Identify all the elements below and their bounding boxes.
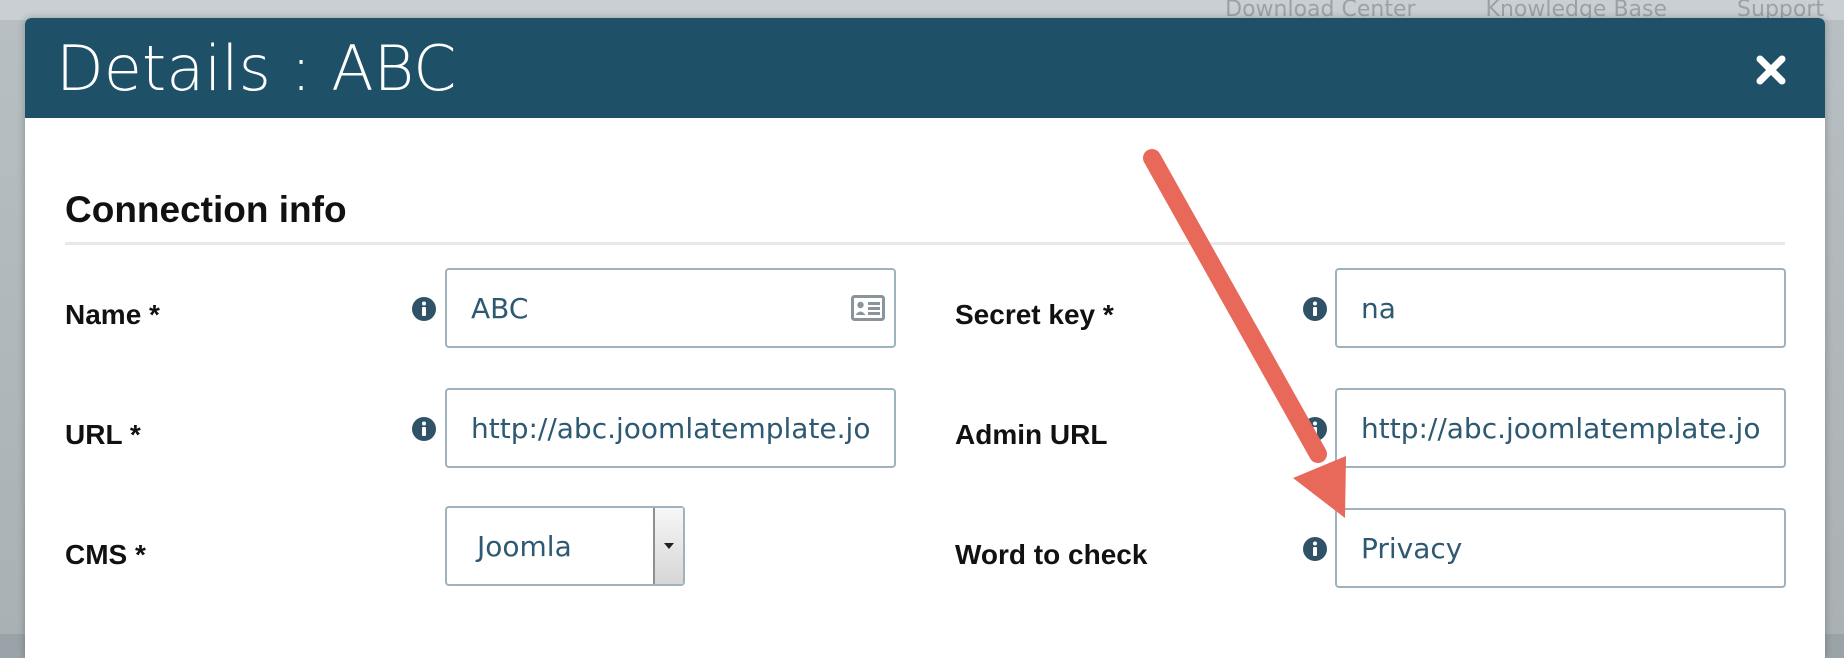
url-input[interactable] bbox=[445, 388, 896, 468]
background-nav-support: Support bbox=[1737, 0, 1824, 20]
cms-label: CMS * bbox=[65, 539, 146, 570]
url-info-icon[interactable] bbox=[412, 417, 436, 441]
details-modal: Details : ABC Connection info Name * Sec… bbox=[25, 18, 1825, 658]
name-label: Name * bbox=[65, 299, 160, 330]
contact-card-icon bbox=[851, 295, 885, 321]
admin-url-info-icon[interactable] bbox=[1303, 417, 1327, 441]
modal-header: Details : ABC bbox=[25, 18, 1825, 118]
cms-select-value: Joomla bbox=[477, 530, 572, 563]
word-to-check-info-icon[interactable] bbox=[1303, 537, 1327, 561]
word-to-check-label: Word to check bbox=[955, 539, 1148, 570]
url-label: URL * bbox=[65, 419, 141, 450]
admin-url-label: Admin URL bbox=[955, 419, 1108, 450]
cms-select[interactable]: Joomla bbox=[445, 506, 685, 586]
secret-key-input[interactable] bbox=[1335, 268, 1786, 348]
background-topnav: Download Center Knowledge Base Support bbox=[0, 0, 1844, 20]
word-to-check-input[interactable] bbox=[1335, 508, 1786, 588]
close-button[interactable] bbox=[1751, 50, 1791, 90]
caret-down-icon bbox=[664, 543, 674, 549]
admin-url-input[interactable] bbox=[1335, 388, 1786, 468]
name-info-icon[interactable] bbox=[412, 297, 436, 321]
modal-title: Details : ABC bbox=[56, 32, 457, 105]
background-nav-knowledge-base: Knowledge Base bbox=[1485, 0, 1668, 20]
section-divider bbox=[65, 242, 1785, 245]
background-nav-download-center: Download Center bbox=[1225, 0, 1416, 20]
section-title: Connection info bbox=[65, 189, 347, 230]
secret-key-info-icon[interactable] bbox=[1303, 297, 1327, 321]
name-input[interactable] bbox=[445, 268, 896, 348]
close-icon bbox=[1756, 55, 1786, 85]
secret-key-label: Secret key * bbox=[955, 299, 1114, 330]
cms-select-toggle[interactable] bbox=[653, 508, 683, 584]
